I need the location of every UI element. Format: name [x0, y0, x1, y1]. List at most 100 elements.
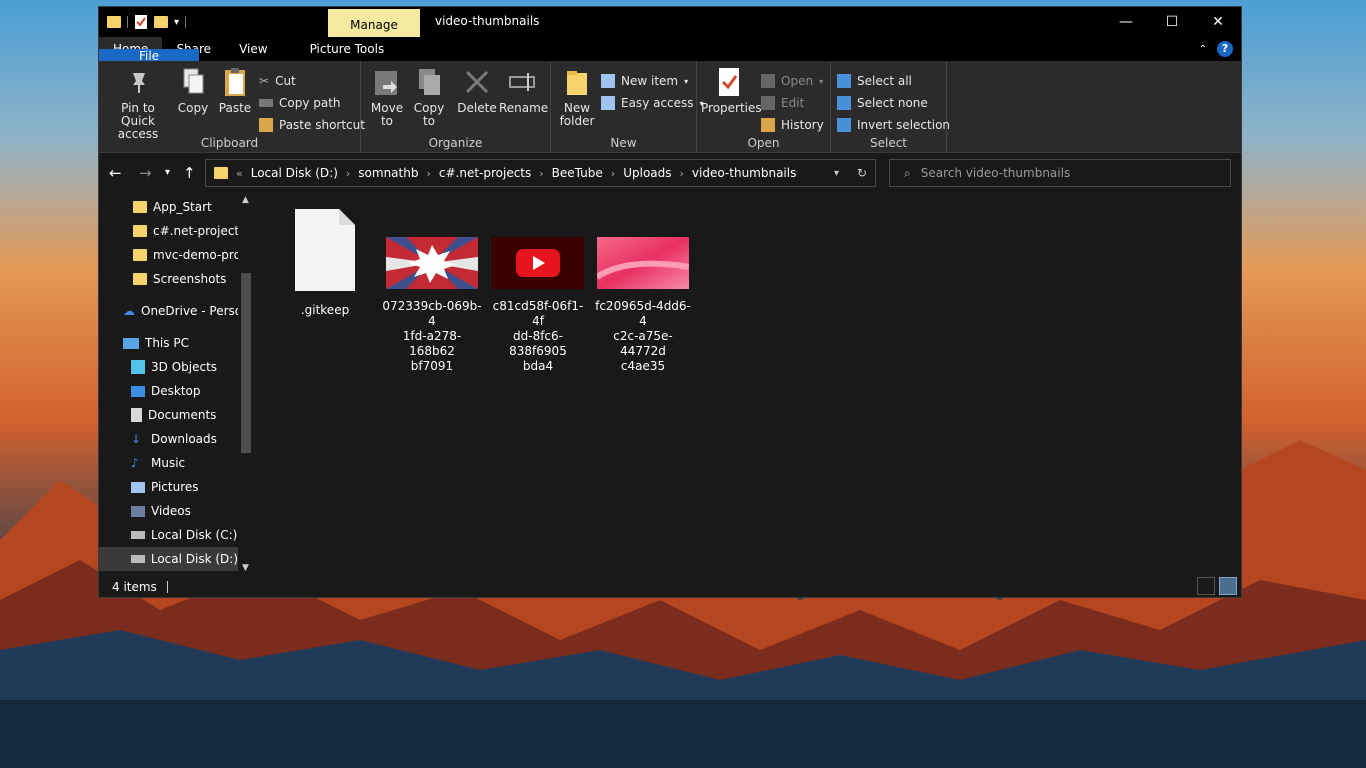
organize-label: Organize — [428, 136, 483, 150]
documents-icon — [131, 408, 142, 422]
nav-item[interactable]: Desktop — [131, 379, 201, 403]
nav-item[interactable]: 3D Objects — [131, 355, 217, 379]
select-label: Select — [869, 136, 908, 150]
copy-path-button[interactable]: Copy path — [259, 93, 341, 113]
select-all-button[interactable]: Select all — [837, 71, 912, 91]
scroll-up-icon[interactable]: ▲ — [242, 195, 249, 205]
scroll-down-icon[interactable]: ▼ — [242, 563, 249, 573]
move-to-button[interactable]: Move to — [367, 65, 407, 128]
properties-button[interactable]: Properties — [701, 65, 762, 115]
scissors-icon: ✂ — [259, 74, 270, 88]
chevron-right-icon[interactable]: › — [539, 167, 543, 180]
select-group: Select all Select none Invert selection … — [831, 61, 950, 153]
customize-qat-icon[interactable]: ▾ — [174, 17, 179, 28]
select-none-button[interactable]: Select none — [837, 93, 928, 113]
burst-image-thumbnail — [386, 237, 478, 289]
copy-to-button[interactable]: Copy to — [409, 65, 449, 128]
minimize-button[interactable]: — — [1103, 7, 1149, 37]
back-arrow-icon[interactable]: ← — [109, 164, 122, 182]
new-folder-icon — [567, 71, 587, 95]
cloud-icon: ☁ — [123, 304, 135, 318]
nav-item[interactable]: Local Disk (C:) — [131, 523, 237, 547]
drive-icon — [131, 531, 145, 539]
breadcrumb-item[interactable]: somnathb — [358, 166, 418, 180]
manage-tab[interactable]: Manage — [328, 9, 420, 37]
tab-picture-tools[interactable]: Picture Tools — [296, 37, 399, 61]
maximize-button[interactable]: ☐ — [1149, 7, 1195, 37]
open-button[interactable]: Open ▾ — [761, 71, 823, 91]
copy-icon — [183, 68, 204, 94]
new-label: New — [610, 136, 637, 150]
select-none-icon — [837, 96, 851, 110]
ribbon: Pin to Quick access Copy Paste ✂ Cut Copy… — [99, 61, 1241, 153]
nav-item-onedrive[interactable]: ☁ OneDrive - Persor — [123, 299, 247, 323]
help-icon[interactable]: ? — [1217, 41, 1233, 57]
easy-access-button[interactable]: Easy access ▾ — [601, 93, 704, 113]
history-button[interactable]: History — [761, 115, 824, 135]
nav-item[interactable]: mvc-demo-proj — [133, 243, 244, 267]
address-bar[interactable]: « Local Disk (D:) › somnathb › c#.net-pr… — [205, 159, 876, 187]
nav-item[interactable]: ♪ Music — [131, 451, 185, 475]
quick-access-toolbar: ▾ — [107, 13, 187, 31]
scrollbar-thumb[interactable] — [241, 273, 251, 453]
collapse-ribbon-icon[interactable]: ⌃ — [1199, 44, 1207, 55]
file-item[interactable]: 072339cb-069b-4 1fd-a278-168b62 bf7091 — [382, 237, 482, 374]
nav-item[interactable]: Videos — [131, 499, 191, 523]
nav-item[interactable]: Pictures — [131, 475, 199, 499]
nav-item[interactable]: Screenshots — [133, 267, 226, 291]
forward-arrow-icon[interactable]: → — [139, 164, 152, 182]
file-list: .gitkeep 072339cb-069b-4 1fd-a278-168b62… — [257, 195, 1241, 573]
file-item[interactable]: fc20965d-4dd6-4 c2c-a75e-44772d c4ae35 — [593, 237, 693, 374]
edit-button[interactable]: Edit — [761, 93, 804, 113]
details-view-icon[interactable] — [1197, 577, 1215, 595]
new-folder-button[interactable]: New folder — [557, 65, 597, 128]
window-title: video-thumbnails — [435, 14, 540, 28]
up-arrow-icon[interactable]: ↑ — [183, 164, 196, 182]
open-group: Properties Open ▾ Edit History Open — [697, 61, 831, 153]
invert-selection-button[interactable]: Invert selection — [837, 115, 950, 135]
nav-item[interactable]: Documents — [131, 403, 216, 427]
nav-item-this-pc[interactable]: This PC — [123, 331, 189, 355]
refresh-icon[interactable]: ↻ — [857, 166, 867, 180]
new-item-button[interactable]: New item ▾ — [601, 71, 688, 91]
status-bar: 4 items — [99, 575, 1241, 597]
paste-shortcut-button[interactable]: Paste shortcut — [259, 115, 365, 135]
pink-image-thumbnail — [595, 237, 690, 289]
properties-icon — [719, 68, 739, 96]
overflow-chevron-icon[interactable]: « — [236, 167, 243, 180]
chevron-right-icon[interactable]: › — [611, 167, 615, 180]
move-to-icon — [375, 71, 397, 95]
3d-objects-icon — [131, 360, 145, 374]
chevron-right-icon[interactable]: › — [680, 167, 684, 180]
new-folder-icon[interactable] — [154, 16, 168, 28]
properties-icon[interactable] — [134, 14, 148, 30]
chevron-right-icon[interactable]: › — [346, 167, 350, 180]
title-bar: ▾ Manage video-thumbnails — ☐ ✕ — [99, 7, 1241, 37]
recent-locations-icon[interactable]: ▾ — [165, 167, 170, 178]
cut-button[interactable]: ✂ Cut — [259, 71, 296, 91]
copy-button[interactable]: Copy — [173, 65, 213, 115]
chevron-right-icon[interactable]: › — [426, 167, 430, 180]
breadcrumb-item[interactable]: video-thumbnails — [692, 166, 796, 180]
address-dropdown-icon[interactable]: ▾ — [834, 168, 839, 179]
breadcrumb-item[interactable]: c#.net-projects — [439, 166, 531, 180]
nav-item[interactable]: App_Start — [133, 195, 212, 219]
nav-item-selected[interactable]: Local Disk (D:) — [99, 547, 238, 571]
breadcrumb-item[interactable]: Uploads — [623, 166, 671, 180]
status-separator — [166, 581, 168, 593]
close-button[interactable]: ✕ — [1195, 7, 1241, 37]
nav-item[interactable]: c#.net-projects — [133, 219, 245, 243]
tab-view[interactable]: View — [225, 37, 281, 61]
youtube-image-thumbnail — [492, 237, 584, 289]
nav-item[interactable]: ↓ Downloads — [131, 427, 217, 451]
breadcrumb-item[interactable]: Local Disk (D:) — [251, 166, 338, 180]
file-item[interactable]: c81cd58f-06f1-4f dd-8fc6-838f6905 bda4 — [488, 237, 588, 374]
search-box[interactable]: ⌕ Search video-thumbnails — [889, 159, 1231, 187]
paste-button[interactable]: Paste — [215, 65, 255, 115]
large-icons-view-icon[interactable] — [1219, 577, 1237, 595]
rename-button[interactable]: Rename — [499, 65, 548, 115]
pin-quick-access-button[interactable]: Pin to Quick access — [105, 65, 171, 141]
file-item[interactable]: .gitkeep — [275, 207, 375, 318]
breadcrumb-item[interactable]: BeeTube — [552, 166, 603, 180]
delete-button[interactable]: Delete — [457, 65, 497, 115]
